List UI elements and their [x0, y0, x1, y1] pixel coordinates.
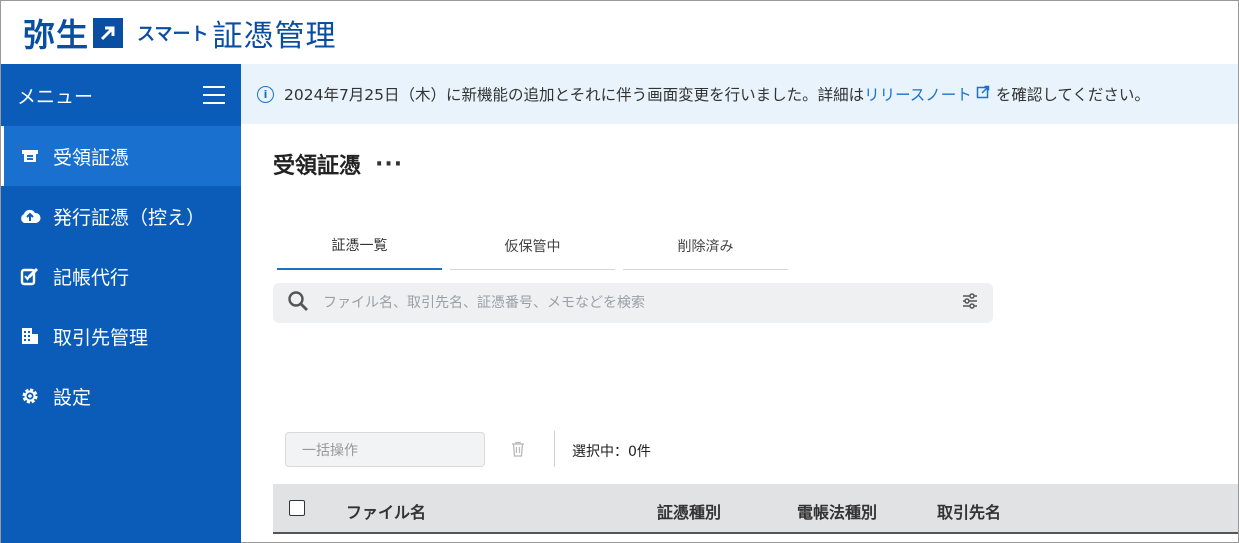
product-name-prefix: スマート [137, 23, 209, 45]
bulk-action-dropdown[interactable]: 一括操作 [285, 432, 485, 467]
app-header: 弥生 スマート 証憑管理 [1, 1, 1238, 64]
tab-document-list[interactable]: 証憑一覧 [277, 222, 442, 270]
main-content: i 2024年7月25日（木）に新機能の追加とそれに伴う画面変更を行いました。詳… [241, 64, 1238, 543]
receipt-icon [19, 145, 41, 167]
release-notice: i 2024年7月25日（木）に新機能の追加とそれに伴う画面変更を行いました。詳… [241, 64, 1238, 124]
upload-cloud-icon [19, 205, 41, 227]
brand-arrow-icon [93, 17, 124, 48]
page-title: 受領証憑 [273, 154, 362, 179]
sidebar-item-received-documents[interactable]: 受領証憑 [1, 126, 241, 186]
filter-settings-icon[interactable] [961, 292, 979, 314]
table-header: ファイル名 証憑種別 電帳法種別 取引先名 [273, 484, 1238, 534]
sidebar-item-label: 取引先管理 [53, 326, 149, 349]
menu-label: メニュー [17, 85, 94, 108]
sidebar-item-settings[interactable]: 設定 [1, 366, 241, 426]
more-options-icon[interactable]: ··· [375, 152, 403, 177]
sidebar-item-label: 受領証憑 [53, 146, 130, 169]
column-header-client-name[interactable]: 取引先名 [937, 499, 1001, 523]
tab-deleted[interactable]: 削除済み [623, 222, 788, 270]
sidebar-item-label: 設定 [53, 386, 92, 409]
sidebar-item-clients[interactable]: 取引先管理 [1, 306, 241, 366]
notice-text-end: を確認してください。 [995, 86, 1150, 104]
external-link-icon[interactable] [976, 85, 990, 103]
gear-icon [19, 385, 41, 407]
brand-logo[interactable]: 弥生 [23, 10, 89, 56]
notice-text: 2024年7月25日（木）に新機能の追加とそれに伴う画面変更を行いました。詳細は [284, 86, 865, 104]
release-notes-link[interactable]: リリースノート [864, 83, 972, 105]
info-icon: i [257, 85, 274, 103]
column-header-file-name[interactable]: ファイル名 [346, 499, 426, 523]
sidebar: メニュー 受領証憑 発行証憑（控え） 記帳代行 取引先管理 設定 [1, 64, 241, 543]
menu-header: メニュー [1, 64, 241, 126]
building-icon [19, 325, 41, 347]
selected-count: 選択中：0件 [572, 444, 651, 460]
tab-bar: 証憑一覧 仮保管中 削除済み [277, 222, 788, 270]
column-header-document-type[interactable]: 証憑種別 [657, 499, 721, 523]
edit-check-icon [19, 265, 41, 287]
page-title-row: 受領証憑 ··· [273, 148, 403, 180]
tab-temporary-storage[interactable]: 仮保管中 [450, 222, 615, 270]
select-all-checkbox[interactable] [289, 500, 305, 516]
sidebar-item-bookkeeping[interactable]: 記帳代行 [1, 246, 241, 306]
trash-icon[interactable] [511, 441, 525, 461]
column-header-e-book-law-type[interactable]: 電帳法種別 [797, 499, 877, 523]
sidebar-item-label: 記帳代行 [53, 266, 130, 289]
search-icon[interactable] [287, 290, 309, 316]
search-input[interactable] [323, 295, 961, 311]
product-name: 証憑管理 [212, 18, 337, 54]
sidebar-item-label: 発行証憑（控え） [53, 206, 206, 229]
hamburger-menu-icon[interactable] [203, 86, 225, 104]
search-bar [273, 283, 993, 323]
sidebar-item-issued-documents[interactable]: 発行証憑（控え） [1, 186, 241, 246]
toolbar-divider [554, 431, 555, 467]
